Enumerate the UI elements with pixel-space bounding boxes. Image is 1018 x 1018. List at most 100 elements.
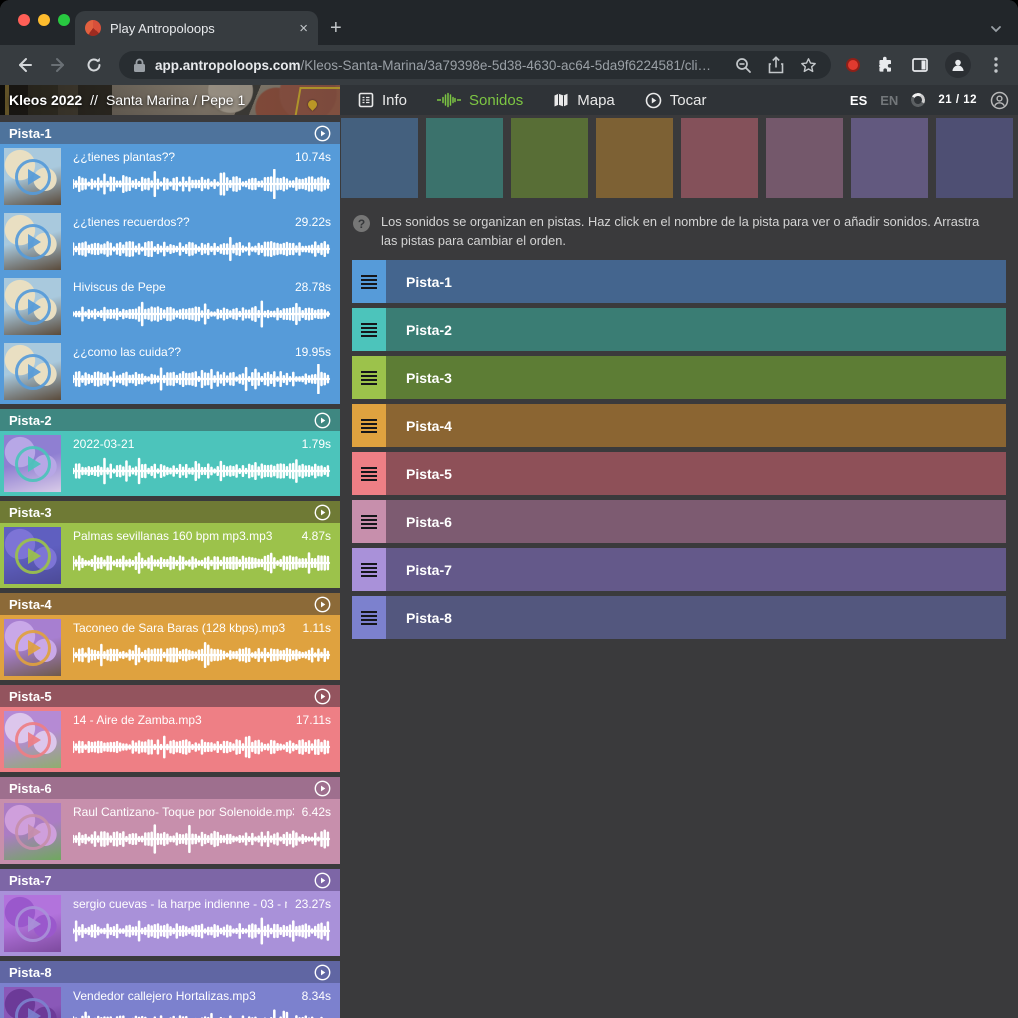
track-row-bar[interactable]: Pista-2 xyxy=(386,308,1006,351)
reload-button-icon[interactable] xyxy=(84,55,104,75)
track-color-swatch[interactable] xyxy=(936,118,1013,198)
track-row-bar[interactable]: Pista-8 xyxy=(386,596,1006,639)
audio-clip[interactable]: Vendedor callejero Hortalizas.mp3 8.34s xyxy=(0,983,340,1018)
clip-play-button-icon[interactable] xyxy=(15,630,51,666)
track-row[interactable]: Pista-2 xyxy=(352,308,1006,351)
track-section-header[interactable]: Pista-6 xyxy=(0,777,340,799)
track-color-swatch[interactable] xyxy=(341,118,418,198)
track-color-swatch[interactable] xyxy=(511,118,588,198)
audio-clip[interactable]: Raul Cantizano- Toque por Solenoide.mp3 … xyxy=(0,799,340,864)
account-icon[interactable] xyxy=(990,91,1009,110)
clip-play-button-icon[interactable] xyxy=(15,354,51,390)
nav-label: Info xyxy=(382,92,407,109)
track-row[interactable]: Pista-7 xyxy=(352,548,1006,591)
track-section-header[interactable]: Pista-4 xyxy=(0,593,340,615)
track-section-header[interactable]: Pista-7 xyxy=(0,869,340,891)
window-zoom-button[interactable] xyxy=(58,14,70,26)
extensions-puzzle-icon[interactable] xyxy=(875,55,895,75)
audio-clip[interactable]: ¿¿tienes recuerdos?? 29.22s xyxy=(0,209,340,274)
track-row[interactable]: Pista-3 xyxy=(352,356,1006,399)
recorder-extension-icon[interactable] xyxy=(846,58,860,72)
drag-handle-icon[interactable] xyxy=(352,500,386,543)
clip-play-button-icon[interactable] xyxy=(15,814,51,850)
clip-play-button-icon[interactable] xyxy=(15,998,51,1018)
clip-play-button-icon[interactable] xyxy=(15,289,51,325)
track-row-bar[interactable]: Pista-1 xyxy=(386,260,1006,303)
audio-clip[interactable]: 14 - Aire de Zamba.mp3 17.11s xyxy=(0,707,340,772)
track-play-button-icon[interactable] xyxy=(314,504,331,521)
clip-play-button-icon[interactable] xyxy=(15,906,51,942)
track-play-button-icon[interactable] xyxy=(314,688,331,705)
lang-toggle-es[interactable]: ES xyxy=(850,93,867,108)
clip-body: ¿¿como las cuida?? 19.95s xyxy=(65,339,340,404)
side-panel-icon[interactable] xyxy=(910,55,930,75)
audio-clip[interactable]: ¿¿como las cuida?? 19.95s xyxy=(0,339,340,404)
audio-clip[interactable]: Palmas sevillanas 160 bpm mp3.mp3 4.87s xyxy=(0,523,340,588)
track-row[interactable]: Pista-8 xyxy=(352,596,1006,639)
share-icon[interactable] xyxy=(768,56,784,74)
audio-clip[interactable]: sergio cuevas - la harpe indienne - 03 -… xyxy=(0,891,340,956)
track-row-bar[interactable]: Pista-5 xyxy=(386,452,1006,495)
nav-tab-tocar[interactable]: Tocar xyxy=(645,92,707,109)
track-row[interactable]: Pista-4 xyxy=(352,404,1006,447)
drag-handle-icon[interactable] xyxy=(352,260,386,303)
track-color-swatch[interactable] xyxy=(596,118,673,198)
track-row-bar[interactable]: Pista-3 xyxy=(386,356,1006,399)
clip-play-button-icon[interactable] xyxy=(15,538,51,574)
track-play-button-icon[interactable] xyxy=(314,596,331,613)
drag-handle-icon[interactable] xyxy=(352,548,386,591)
nav-tab-mapa[interactable]: Mapa xyxy=(553,92,615,109)
track-section-header[interactable]: Pista-1 xyxy=(0,122,340,144)
track-row[interactable]: Pista-6 xyxy=(352,500,1006,543)
forward-button-icon[interactable] xyxy=(49,55,69,75)
track-play-button-icon[interactable] xyxy=(314,872,331,889)
audio-clip[interactable]: ¿¿tienes plantas?? 10.74s xyxy=(0,144,340,209)
track-section-header[interactable]: Pista-3 xyxy=(0,501,340,523)
drag-handle-icon[interactable] xyxy=(352,596,386,639)
drag-handle-icon[interactable] xyxy=(352,356,386,399)
drag-handle-icon[interactable] xyxy=(352,308,386,351)
clip-play-button-icon[interactable] xyxy=(15,224,51,260)
track-row[interactable]: Pista-1 xyxy=(352,260,1006,303)
new-tab-button[interactable]: + xyxy=(330,18,342,38)
lock-icon[interactable] xyxy=(133,58,146,73)
address-bar[interactable]: app.antropoloops.com/Kleos-Santa-Marina/… xyxy=(119,51,831,79)
drag-handle-icon[interactable] xyxy=(352,404,386,447)
audio-clip[interactable]: 2022-03-21 1.79s xyxy=(0,431,340,496)
window-minimize-button[interactable] xyxy=(38,14,50,26)
clip-play-button-icon[interactable] xyxy=(15,446,51,482)
track-section-header[interactable]: Pista-5 xyxy=(0,685,340,707)
nav-tab-info[interactable]: Info xyxy=(358,92,407,109)
browser-menu-dots-icon[interactable] xyxy=(986,55,1006,75)
clip-play-button-icon[interactable] xyxy=(15,159,51,195)
track-section-header[interactable]: Pista-2 xyxy=(0,409,340,431)
browser-tab[interactable]: Play Antropoloops × xyxy=(75,11,318,45)
track-section-header[interactable]: Pista-8 xyxy=(0,961,340,983)
track-play-button-icon[interactable] xyxy=(314,780,331,797)
track-play-button-icon[interactable] xyxy=(314,125,331,142)
audio-clip[interactable]: Hiviscus de Pepe 28.78s xyxy=(0,274,340,339)
track-color-swatch[interactable] xyxy=(426,118,503,198)
clip-play-button-icon[interactable] xyxy=(15,722,51,758)
browser-profile-avatar[interactable] xyxy=(945,52,971,78)
audio-clip[interactable]: Taconeo de Sara Baras (128 kbps).mp3 1.1… xyxy=(0,615,340,680)
nav-tab-sonidos[interactable]: Sonidos xyxy=(437,92,523,109)
track-play-button-icon[interactable] xyxy=(314,412,331,429)
track-row-bar[interactable]: Pista-4 xyxy=(386,404,1006,447)
track-row-bar[interactable]: Pista-6 xyxy=(386,500,1006,543)
back-button-icon[interactable] xyxy=(14,55,34,75)
tab-close-icon[interactable]: × xyxy=(299,21,308,36)
lang-toggle-en[interactable]: EN xyxy=(880,93,898,108)
tab-search-chevron-icon[interactable] xyxy=(990,23,1002,35)
window-close-button[interactable] xyxy=(18,14,30,26)
track-row-bar[interactable]: Pista-7 xyxy=(386,548,1006,591)
bookmark-star-icon[interactable] xyxy=(800,57,817,74)
zoom-level-icon[interactable] xyxy=(735,57,752,74)
track-color-swatch[interactable] xyxy=(851,118,928,198)
track-color-swatch[interactable] xyxy=(681,118,758,198)
track-play-button-icon[interactable] xyxy=(314,964,331,981)
drag-handle-icon[interactable] xyxy=(352,452,386,495)
track-color-swatch[interactable] xyxy=(766,118,843,198)
track-row[interactable]: Pista-5 xyxy=(352,452,1006,495)
breadcrumb-project[interactable]: Kleos 2022 xyxy=(9,92,82,108)
